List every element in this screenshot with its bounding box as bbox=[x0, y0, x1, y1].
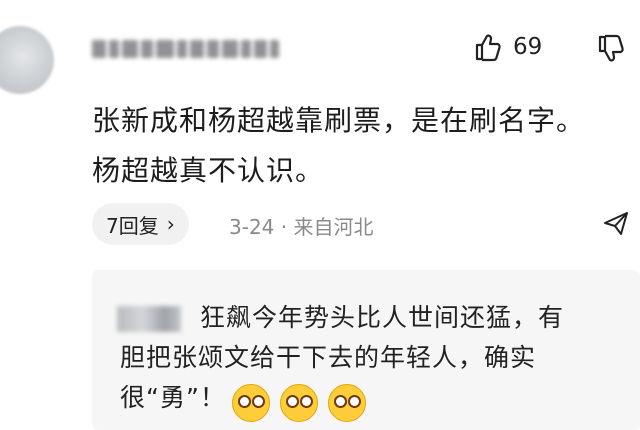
chevron-right-icon: › bbox=[166, 212, 175, 236]
like-count: 69 bbox=[513, 34, 543, 60]
share-button[interactable] bbox=[602, 209, 630, 241]
thumbs-down-icon bbox=[598, 34, 624, 62]
comment-meta: 3-24 · 来自河北 bbox=[229, 215, 374, 239]
avatar[interactable] bbox=[0, 26, 54, 94]
quoted-username-blurred bbox=[117, 306, 181, 332]
view-replies-button[interactable]: 7回复 › bbox=[92, 203, 189, 245]
wow-face-emoji-icon bbox=[328, 384, 366, 422]
quoted-line: 胆把张颂文给干下去的年轻人，确实 bbox=[120, 343, 537, 372]
reply-count-label: 7回复 bbox=[106, 213, 159, 238]
emoji-row bbox=[232, 384, 366, 422]
quoted-line: 狂飙今年势头比人世间还猛，有 bbox=[200, 303, 565, 332]
wow-face-emoji-icon bbox=[280, 384, 318, 422]
comment-line: 张新成和杨超越靠刷票，是在刷名字。 bbox=[92, 104, 586, 137]
share-icon bbox=[604, 212, 628, 235]
username-blurred[interactable] bbox=[92, 38, 292, 60]
like-button[interactable]: 69 bbox=[473, 32, 542, 62]
comment-line: 杨超越真不认识。 bbox=[92, 154, 325, 187]
comment-text: 张新成和杨超越靠刷票，是在刷名字。 杨超越真不认识。 bbox=[92, 96, 632, 196]
dislike-button[interactable] bbox=[596, 34, 626, 68]
thumbs-up-icon bbox=[475, 34, 501, 62]
wow-face-emoji-icon bbox=[232, 384, 270, 422]
